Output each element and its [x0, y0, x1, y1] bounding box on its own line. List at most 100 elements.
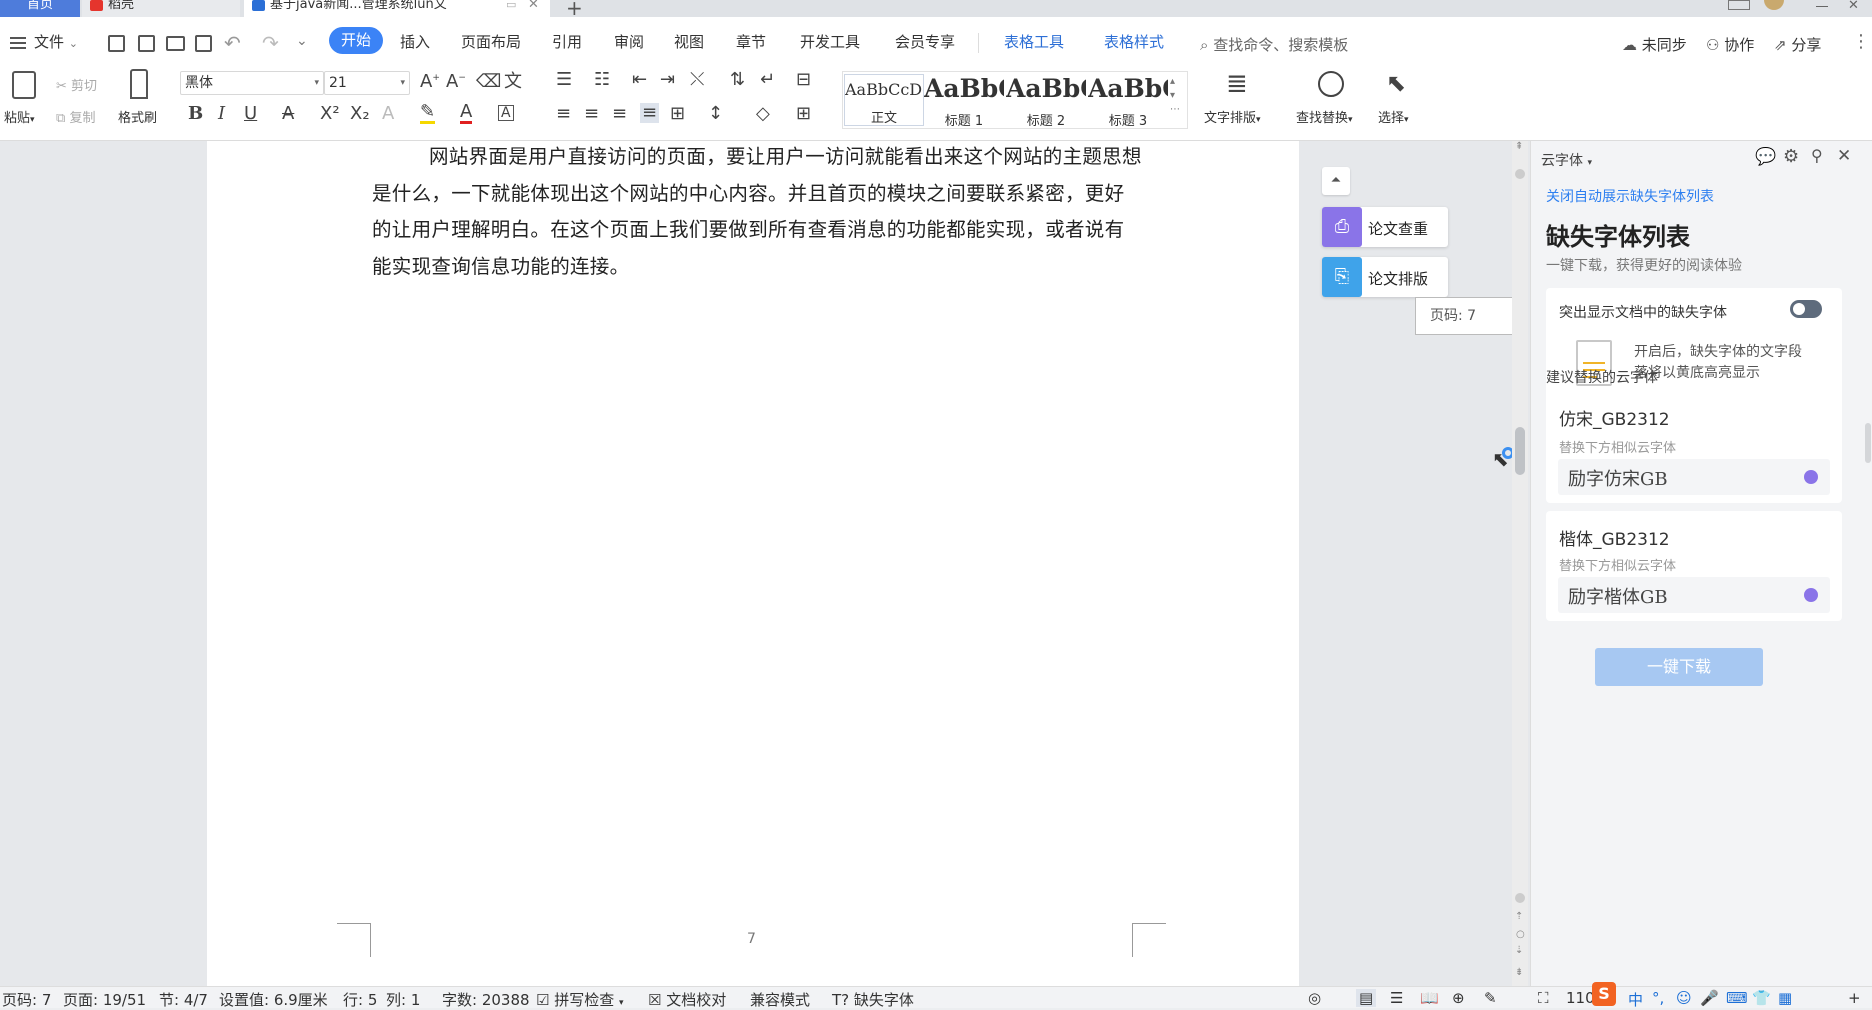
ime-voice-icon[interactable]: 🎤 — [1700, 989, 1719, 1007]
gear-icon[interactable]: ⚙ — [1783, 146, 1799, 167]
outline-view-icon[interactable]: ☰ — [1390, 989, 1403, 1007]
paper-check-button[interactable]: ⎙ 论文查重 — [1322, 207, 1448, 247]
paper-format-button[interactable]: ⎘ 论文排版 — [1322, 257, 1448, 297]
close-window-icon[interactable]: ✕ — [1848, 0, 1859, 13]
align-right-icon[interactable]: ≡ — [612, 105, 627, 123]
scroll-up-icon[interactable]: ⇞ — [1515, 141, 1523, 152]
pane-header[interactable]: 云字体 ▾ — [1541, 150, 1592, 170]
brush-icon[interactable] — [130, 69, 148, 99]
ime-skin-icon[interactable]: 👕 — [1752, 989, 1771, 1007]
scroll-down-icon[interactable]: ⇟ — [1515, 967, 1523, 978]
window-layout-icon[interactable] — [1728, 0, 1750, 10]
page-view-icon[interactable]: ▤ — [1356, 989, 1377, 1007]
auto-show-toggle-link[interactable]: 关闭自动展示缺失字体列表 — [1546, 186, 1714, 206]
tab-close-icon[interactable]: ✕ — [528, 0, 539, 11]
save-icon[interactable] — [108, 35, 125, 52]
tab-home[interactable]: 首页 — [0, 0, 80, 17]
share-button[interactable]: ⇗ 分享 — [1774, 34, 1821, 55]
missing-font-button[interactable]: T? 缺失字体 — [832, 989, 914, 1010]
menu-references[interactable]: 引用 — [552, 35, 582, 50]
redo-icon[interactable]: ↷ — [262, 31, 279, 55]
menu-review[interactable]: 审阅 — [614, 35, 644, 50]
cut-button[interactable]: ✂ 剪切 — [56, 75, 97, 94]
ime-punct-icon[interactable]: °, — [1652, 989, 1664, 1007]
compat-mode[interactable]: 兼容模式 — [750, 989, 810, 1010]
paste-button[interactable]: 粘贴▾ — [4, 107, 35, 126]
collab-button[interactable]: ⚇ 协作 — [1706, 34, 1754, 55]
tab-daoke[interactable]: 稻壳 — [82, 0, 240, 17]
grow-font-icon[interactable]: A+ — [420, 73, 440, 91]
subscript-icon[interactable]: X₂ — [350, 105, 370, 123]
highlight-toggle[interactable] — [1790, 300, 1822, 318]
font-name-select[interactable]: 黑体 ▾ — [180, 71, 324, 95]
document-paragraph[interactable]: 网站界面是用户直接访问的页面，要让用户一访问就能看出来这个网站的主题思想是什么，… — [372, 139, 1142, 285]
copy-button[interactable]: ⧉ 复制 — [56, 107, 95, 126]
align-center-icon[interactable]: ≡ — [584, 105, 599, 123]
status-setting[interactable]: 设置值: 6.9厘米 — [219, 989, 328, 1010]
minimize-icon[interactable] — [1816, 6, 1828, 7]
menu-table-tools[interactable]: 表格工具 — [1004, 35, 1064, 50]
zoom-in-icon[interactable]: + — [1848, 989, 1861, 1007]
replacement-font-option[interactable]: 励字仿宋GB — [1558, 459, 1830, 495]
annotate-icon[interactable]: ✎ — [1484, 989, 1497, 1007]
bold-icon[interactable]: B — [188, 105, 203, 123]
search-command[interactable]: ⌕ 查找命令、搜索模板 — [1200, 34, 1348, 55]
sync-status[interactable]: ☁ 未同步 — [1622, 34, 1687, 55]
collapse-tools-icon[interactable]: ⏶ — [1322, 167, 1350, 195]
status-page[interactable]: 页码: 7 — [2, 989, 51, 1010]
highlight-icon[interactable]: ✎ — [420, 103, 436, 124]
menu-chapter[interactable]: 章节 — [736, 35, 766, 50]
distribute-icon[interactable]: ⊞ — [670, 105, 685, 123]
select-button[interactable]: 选择▾ — [1378, 107, 1409, 126]
menu-insert[interactable]: 插入 — [400, 35, 430, 50]
status-col[interactable]: 列: 1 — [386, 989, 420, 1010]
avatar[interactable] — [1764, 0, 1784, 10]
fit-page-icon[interactable]: ⛶ — [1538, 989, 1549, 1007]
tab-ruler-icon[interactable]: ⊟ — [796, 71, 811, 89]
paste-icon[interactable] — [12, 71, 36, 99]
zoom-level[interactable]: 110 — [1566, 989, 1595, 1007]
eye-protection-icon[interactable]: ◎ — [1308, 989, 1321, 1007]
vertical-scrollbar[interactable]: ⇞ ⇡ ○ ⇣ ⇟ — [1512, 141, 1528, 986]
export-pdf-icon[interactable] — [138, 35, 155, 52]
bullet-list-icon[interactable]: ☰ — [556, 71, 572, 89]
increase-indent-icon[interactable]: ⇥ — [660, 71, 675, 89]
decrease-indent-icon[interactable]: ⇤ — [632, 71, 647, 89]
pane-scroll-edge[interactable] — [1865, 423, 1871, 463]
ime-logo-icon[interactable]: S — [1592, 982, 1616, 1006]
menu-table-style[interactable]: 表格样式 — [1104, 35, 1164, 50]
style-normal[interactable]: AaBbCcDd 正文 — [844, 74, 924, 126]
shrink-font-icon[interactable]: A− — [446, 73, 466, 91]
char-border-icon[interactable]: A — [498, 105, 514, 121]
menu-page-layout[interactable]: 页面布局 — [461, 35, 521, 50]
sort-icon[interactable]: ⇅ — [730, 71, 745, 89]
pin-icon[interactable]: ⚲ — [1811, 146, 1823, 165]
clear-format-icon[interactable]: ⌫ — [476, 73, 501, 91]
document-page[interactable]: 网站界面是用户直接访问的页面，要让用户一访问就能看出来这个网站的主题思想是什么，… — [207, 141, 1299, 986]
spell-check-button[interactable]: ☑ 拼写检查 ▾ — [536, 989, 624, 1010]
underline-icon[interactable]: U — [244, 105, 257, 123]
align-left-icon[interactable]: ≡ — [556, 105, 571, 123]
styles-scroll[interactable]: ▴ ▾ ⋯ — [1170, 75, 1180, 117]
select-browse-icon[interactable]: ○ — [1516, 929, 1525, 940]
ime-keyboard-icon[interactable]: ⌨ — [1726, 989, 1748, 1007]
find-replace-button[interactable]: 查找替换▾ — [1296, 107, 1353, 126]
ime-emoji-icon[interactable]: ☺ — [1676, 989, 1692, 1007]
justify-icon[interactable]: ≡ — [640, 103, 660, 123]
phonetic-guide-icon[interactable]: 文 — [504, 73, 522, 91]
style-heading-1[interactable]: AaBbC 标题 1 — [924, 74, 1004, 129]
proofread-button[interactable]: ☒ 文档校对 — [648, 989, 726, 1010]
reading-view-icon[interactable]: 📖 — [1420, 989, 1439, 1007]
next-page-icon[interactable]: ⇣ — [1515, 945, 1523, 956]
print-preview-icon[interactable] — [195, 35, 212, 52]
web-view-icon[interactable]: ⊕ — [1452, 989, 1465, 1007]
text-effect-icon[interactable]: A — [382, 105, 394, 123]
more-menu-icon[interactable]: ⋮ — [1852, 31, 1870, 52]
tab-pin-icon[interactable]: ▭ — [506, 0, 516, 10]
ime-mode[interactable]: 中 — [1628, 989, 1643, 1010]
style-heading-3[interactable]: AaBbC 标题 3 — [1088, 74, 1168, 129]
scroll-thumb[interactable] — [1515, 427, 1525, 475]
feedback-icon[interactable]: 💬 — [1755, 147, 1776, 167]
tab-document[interactable]: 基于java新闻...管理系统lun文 ▭ ✕ — [244, 0, 550, 17]
borders-icon[interactable]: ⊞ — [796, 105, 811, 123]
